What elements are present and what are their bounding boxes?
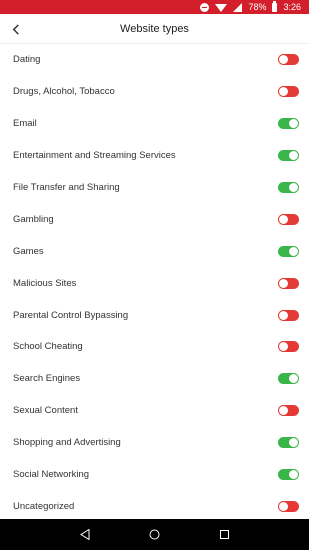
list-item: Entertainment and Streaming Services: [0, 140, 309, 172]
do-not-disturb-icon: [200, 2, 210, 12]
toggle-switch[interactable]: [278, 86, 299, 98]
list-item-label: Drugs, Alcohol, Tobacco: [13, 86, 115, 98]
nav-home-button[interactable]: [144, 525, 164, 545]
list-item: Uncategorized: [0, 490, 309, 522]
list-item: Dating: [0, 44, 309, 76]
battery-icon: [272, 0, 278, 12]
toggle-switch[interactable]: [278, 118, 299, 130]
toggle-knob: [279, 87, 288, 97]
list-item-label: Sexual Content: [13, 405, 78, 417]
toggle-switch[interactable]: [278, 213, 299, 225]
toggle-switch[interactable]: [278, 341, 299, 353]
nav-recents-button[interactable]: [214, 525, 234, 545]
toggle-knob: [289, 183, 298, 192]
list-item-label: Gambling: [13, 213, 54, 225]
list-item-label: Uncategorized: [13, 500, 75, 512]
list-item: Parental Control Bypassing: [0, 299, 309, 331]
nav-back-button[interactable]: [75, 525, 95, 545]
nav-recents-icon: [219, 530, 229, 539]
toggle-knob: [289, 246, 298, 256]
list-item-label: Parental Control Bypassing: [13, 309, 129, 321]
toggle-switch[interactable]: [278, 150, 299, 162]
nav-back-icon: [79, 529, 90, 540]
list-item: Gambling: [0, 203, 309, 235]
toggle-knob: [279, 214, 288, 224]
list-item: Search Engines: [0, 363, 309, 395]
toggle-knob: [279, 342, 288, 352]
list-item: File Transfer and Sharing: [0, 172, 309, 204]
list-item-label: Entertainment and Streaming Services: [13, 150, 176, 162]
toggle-knob: [279, 310, 288, 320]
list-item: School Cheating: [0, 331, 309, 363]
list-item-label: Dating: [13, 54, 41, 66]
toggle-knob: [289, 438, 298, 448]
list-item: Malicious Sites: [0, 267, 309, 299]
signal-icon: [233, 2, 243, 12]
list-item-label: Email: [13, 118, 37, 130]
app-header: Website types: [0, 14, 309, 44]
list-item-label: File Transfer and Sharing: [13, 182, 120, 193]
status-bar: 78% 3:26: [0, 0, 309, 14]
nav-home-icon: [149, 529, 160, 540]
list-item: Drugs, Alcohol, Tobacco: [0, 76, 309, 108]
list-item-label: Social Networking: [13, 469, 90, 481]
back-button[interactable]: [6, 19, 26, 39]
toggle-knob: [279, 406, 288, 416]
toggle-switch[interactable]: [278, 469, 299, 481]
toggle-switch[interactable]: [278, 245, 299, 257]
toggle-knob: [279, 278, 288, 288]
list-item-label: Shopping and Advertising: [13, 437, 121, 449]
toggle-switch[interactable]: [278, 437, 299, 449]
list-item: Shopping and Advertising: [0, 427, 309, 459]
toggle-switch[interactable]: [278, 373, 299, 385]
toggle-knob: [289, 470, 298, 480]
toggle-knob: [279, 55, 288, 65]
list-item: Games: [0, 235, 309, 267]
list-item-label: Games: [13, 245, 44, 257]
toggle-knob: [289, 119, 298, 129]
list-item: Sexual Content: [0, 395, 309, 427]
toggle-switch[interactable]: [278, 277, 299, 289]
toggle-knob: [279, 501, 288, 511]
toggle-switch[interactable]: [278, 500, 299, 512]
list-item-label: Malicious Sites: [13, 277, 77, 289]
page-title: Website types: [120, 22, 189, 35]
list-item-label: Search Engines: [13, 373, 81, 385]
status-time: 3:26: [283, 2, 301, 12]
list-item-label: School Cheating: [13, 341, 83, 353]
toggle-switch[interactable]: [278, 182, 299, 193]
website-types-list: Dating Drugs, Alcohol, Tobacco Email Entert…: [0, 44, 309, 522]
battery-percent: 78%: [248, 2, 267, 12]
list-item: Email: [0, 108, 309, 140]
list-item: Social Networking: [0, 459, 309, 491]
toggle-switch[interactable]: [278, 54, 299, 66]
toggle-switch[interactable]: [278, 309, 299, 321]
toggle-switch[interactable]: [278, 405, 299, 417]
chevron-left-icon: [12, 23, 19, 35]
toggle-knob: [289, 374, 298, 384]
toggle-knob: [289, 151, 298, 161]
system-nav-bar: [0, 519, 309, 550]
wifi-icon: [215, 4, 228, 12]
